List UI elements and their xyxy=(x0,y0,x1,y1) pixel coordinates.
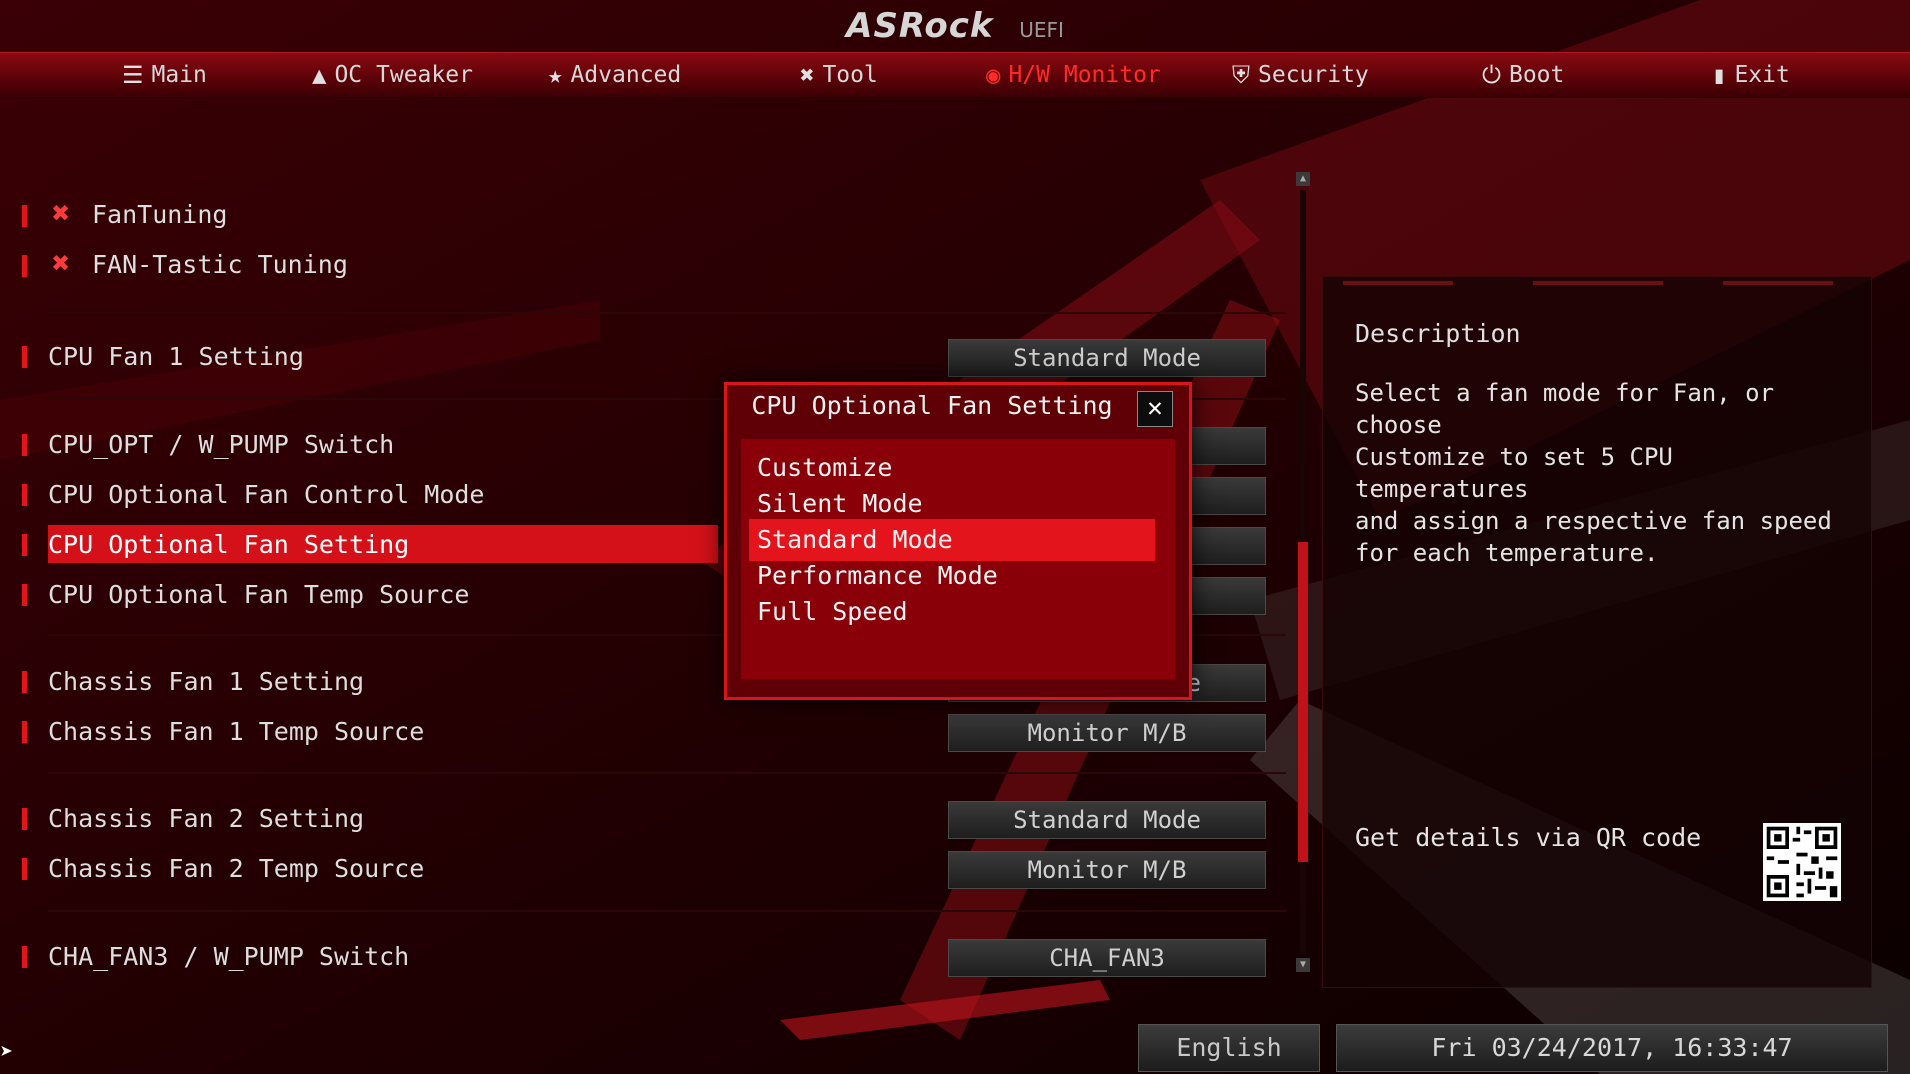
panel-decoration xyxy=(1723,281,1833,285)
scroll-down-arrow-icon[interactable]: ▼ xyxy=(1296,958,1310,972)
tools-icon: ✖ xyxy=(52,246,71,281)
qr-code-label: Get details via QR code xyxy=(1355,823,1702,852)
description-text: Select a fan mode for Fan, or choose Cus… xyxy=(1355,379,1832,567)
tab-label: OC Tweaker xyxy=(334,62,473,88)
tab-label: Main xyxy=(151,62,207,88)
chassis-fan2-setting-value[interactable]: Standard Mode xyxy=(948,801,1266,839)
monitor-icon: ◉ xyxy=(986,61,1001,89)
cpu-opt-wpump-switch-label[interactable]: CPU_OPT / W_PUMP Switch xyxy=(48,430,394,459)
cpu-opt-fan-temp-source-label[interactable]: CPU Optional Fan Temp Source xyxy=(48,580,469,609)
row-marker xyxy=(22,484,27,506)
list-icon: ☰ xyxy=(122,61,144,89)
chassis-fan1-temp-source-value[interactable]: Monitor M/B xyxy=(948,714,1266,752)
tab-oc-tweaker[interactable]: ▲ OC Tweaker xyxy=(312,53,473,97)
settings-scrollbar[interactable]: ▲ ▼ xyxy=(1296,172,1310,972)
tab-security[interactable]: ⛨ Security xyxy=(1232,53,1369,97)
divider xyxy=(48,910,1286,912)
chassis-fan1-temp-source-label[interactable]: Chassis Fan 1 Temp Source xyxy=(48,717,424,746)
row-marker xyxy=(22,534,27,556)
rocket-icon: ▲ xyxy=(312,61,327,89)
tab-label: Advanced xyxy=(570,62,682,88)
row-marker xyxy=(22,346,27,368)
tab-label: Boot xyxy=(1508,62,1565,88)
chassis-fan1-setting-label[interactable]: Chassis Fan 1 Setting xyxy=(48,667,364,696)
scroll-up-arrow-icon[interactable]: ▲ xyxy=(1296,172,1310,186)
language-button[interactable]: English xyxy=(1138,1024,1320,1072)
cpu-fan1-setting-value[interactable]: Standard Mode xyxy=(948,339,1266,377)
tab-label: Tool xyxy=(822,62,878,88)
tab-label: H/W Monitor xyxy=(1008,62,1161,88)
chassis-fan2-temp-source-value[interactable]: Monitor M/B xyxy=(948,851,1266,889)
row-marker xyxy=(22,808,27,830)
divider xyxy=(48,312,1286,314)
row-marker xyxy=(22,671,27,693)
asrock-logo: ASRock UEFI xyxy=(0,6,1910,46)
row-marker xyxy=(22,434,27,456)
datetime-display: Fri 03/24/2017, 16:33:47 xyxy=(1336,1024,1888,1072)
tab-label: Security xyxy=(1258,62,1369,88)
row-marker xyxy=(22,946,27,968)
uefi-label: UEFI xyxy=(1019,18,1064,42)
row-marker xyxy=(22,205,27,227)
cpu-opt-fan-control-mode-label[interactable]: CPU Optional Fan Control Mode xyxy=(48,480,485,509)
fan-tastic-tuning-item[interactable]: FAN-Tastic Tuning xyxy=(92,250,348,279)
fan-setting-popup: CPU Optional Fan Setting ✕ Customize Sil… xyxy=(724,382,1192,700)
tools-icon: ✖ xyxy=(52,196,71,231)
exit-door-icon: ▮ xyxy=(1712,61,1727,89)
tab-tool[interactable]: ✖ Tool xyxy=(800,53,878,97)
cpu-fan1-setting-label[interactable]: CPU Fan 1 Setting xyxy=(48,342,304,371)
row-marker xyxy=(22,255,27,277)
shield-icon: ⛨ xyxy=(1232,61,1250,89)
chassis-fan2-setting-label[interactable]: Chassis Fan 2 Setting xyxy=(48,804,364,833)
panel-decoration xyxy=(1533,281,1663,285)
fantuning-item[interactable]: FanTuning xyxy=(92,200,227,229)
divider xyxy=(48,772,1286,774)
description-header: Description xyxy=(1355,319,1521,348)
main-nav-bar: ☰ Main ▲ OC Tweaker ★ Advanced ✖ Tool ◉ … xyxy=(0,52,1910,98)
option-full-speed[interactable]: Full Speed xyxy=(749,591,1155,633)
star-icon: ★ xyxy=(548,61,563,89)
brand-name: ASRock xyxy=(846,6,994,46)
row-marker xyxy=(22,858,27,880)
mouse-cursor-icon: ➤ xyxy=(0,1040,14,1065)
description-panel: Description Select a fan mode for Fan, o… xyxy=(1322,276,1872,988)
tab-boot[interactable]: ⏻ Boot xyxy=(1482,53,1564,97)
chassis-fan2-temp-source-label[interactable]: Chassis Fan 2 Temp Source xyxy=(48,854,424,883)
tab-exit[interactable]: ▮ Exit xyxy=(1712,53,1790,97)
cpu-opt-fan-setting-label[interactable]: CPU Optional Fan Setting xyxy=(48,530,409,559)
tab-main[interactable]: ☰ Main xyxy=(122,53,207,97)
popup-option-list: Customize Silent Mode Standard Mode Perf… xyxy=(741,439,1175,679)
qr-code-icon[interactable] xyxy=(1763,823,1841,901)
cha-fan3-wpump-switch-label[interactable]: CHA_FAN3 / W_PUMP Switch xyxy=(48,942,409,971)
power-icon: ⏻ xyxy=(1482,61,1501,89)
row-marker xyxy=(22,721,27,743)
row-marker xyxy=(22,584,27,606)
panel-decoration xyxy=(1343,281,1453,285)
tab-hw-monitor[interactable]: ◉ H/W Monitor xyxy=(986,53,1161,97)
tools-icon: ✖ xyxy=(800,61,815,89)
tab-label: Exit xyxy=(1734,62,1790,88)
popup-title: CPU Optional Fan Setting xyxy=(751,391,1113,420)
scroll-thumb[interactable] xyxy=(1298,542,1308,862)
cha-fan3-wpump-switch-value[interactable]: CHA_FAN3 xyxy=(948,939,1266,977)
close-icon[interactable]: ✕ xyxy=(1137,391,1173,427)
tab-advanced[interactable]: ★ Advanced xyxy=(548,53,681,97)
